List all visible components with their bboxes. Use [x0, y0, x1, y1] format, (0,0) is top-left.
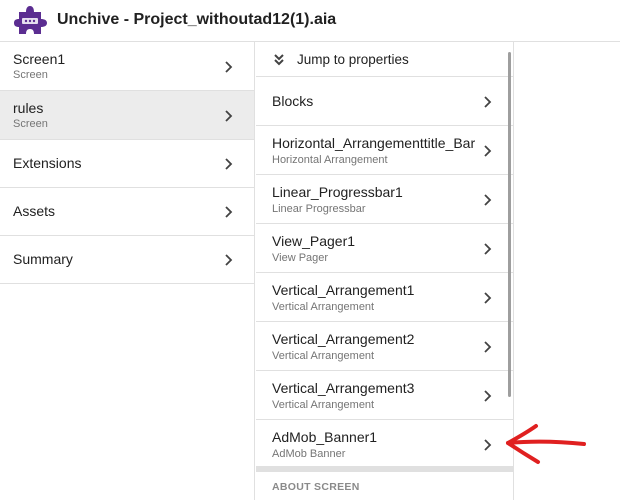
component-item-label: Vertical_Arrangement3	[272, 380, 415, 396]
component-item-admob-banner1[interactable]: AdMob_Banner1 AdMob Banner	[256, 420, 513, 469]
sidebar-item-extensions[interactable]: Extensions	[0, 140, 254, 188]
component-item-vertical-arrangement3[interactable]: Vertical_Arrangement3 Vertical Arrangemen…	[256, 371, 513, 420]
chevron-right-icon	[224, 60, 234, 74]
sidebar-item-sublabel: Screen	[13, 69, 48, 81]
section-divider	[256, 466, 513, 472]
chevron-right-icon	[483, 389, 493, 403]
chevron-right-icon	[483, 144, 493, 158]
chevron-right-icon	[224, 253, 234, 267]
component-item-horizontal-arrangementtitle-bar[interactable]: Horizontal_Arrangementtitle_Bar Horizonta…	[256, 126, 513, 175]
chevron-right-icon	[483, 340, 493, 354]
component-item-label: AdMob_Banner1	[272, 429, 378, 445]
component-item-label: Vertical_Arrangement2	[272, 331, 415, 347]
component-item-vertical-arrangement2[interactable]: Vertical_Arrangement2 Vertical Arrangemen…	[256, 322, 513, 371]
component-item-linear-progressbar1[interactable]: Linear_Progressbar1 Linear Progressbar	[256, 175, 513, 224]
chevron-right-icon	[483, 438, 493, 452]
component-item-type: Vertical Arrangement	[272, 399, 375, 411]
component-item-label: Vertical_Arrangement1	[272, 282, 415, 298]
chevron-right-icon	[224, 109, 234, 123]
component-item-type: AdMob Banner	[272, 448, 346, 460]
chevron-right-icon	[483, 242, 493, 256]
component-item-label: Linear_Progressbar1	[272, 184, 403, 200]
component-item-blocks[interactable]: Blocks	[256, 77, 513, 126]
component-item-label: Horizontal_Arrangementtitle_Bar	[272, 135, 476, 151]
chevron-right-icon	[483, 95, 493, 109]
components-pane: Jump to properties Blocks Horizontal_Arra…	[256, 42, 514, 500]
component-item-type: Vertical Arrangement	[272, 301, 375, 313]
jump-to-properties-button[interactable]: Jump to properties	[256, 42, 513, 77]
sidebar-item-label: Extensions	[13, 155, 82, 171]
sidebar-item-summary[interactable]: Summary	[0, 236, 254, 284]
sidebar-item-sublabel: Screen	[13, 118, 48, 130]
jump-to-properties-label: Jump to properties	[297, 52, 409, 67]
component-item-label: Blocks	[272, 93, 314, 109]
sidebar-item-screen1[interactable]: Screen1 Screen	[0, 42, 254, 91]
component-item-view-pager1[interactable]: View_Pager1 View Pager	[256, 224, 513, 273]
about-screen-heading: ABOUT SCREEN	[272, 481, 360, 493]
component-item-type: View Pager	[272, 252, 329, 264]
component-item-type: Linear Progressbar	[272, 203, 366, 215]
component-item-type: Horizontal Arrangement	[272, 154, 388, 166]
puzzle-piece-icon	[13, 3, 49, 39]
chevron-right-icon	[483, 193, 493, 207]
sidebar-item-label: Summary	[13, 251, 73, 267]
sidebar: Screen1 Screen rules Screen Extensions Assets…	[0, 42, 255, 500]
app-header: Unchive - Project_withoutad12(1).aia	[0, 0, 620, 42]
sidebar-item-assets[interactable]: Assets	[0, 188, 254, 236]
scrollbar[interactable]	[508, 52, 511, 397]
component-item-label: View_Pager1	[272, 233, 356, 249]
app-title: Unchive - Project_withoutad12(1).aia	[57, 11, 337, 28]
chevron-right-icon	[224, 205, 234, 219]
component-item-type: Vertical Arrangement	[272, 350, 375, 362]
red-arrow-icon	[500, 415, 595, 470]
sidebar-item-label: Assets	[13, 203, 56, 219]
sidebar-item-label: rules	[13, 100, 44, 116]
double-chevron-down-icon	[273, 53, 285, 67]
chevron-right-icon	[224, 157, 234, 171]
component-item-vertical-arrangement1[interactable]: Vertical_Arrangement1 Vertical Arrangemen…	[256, 273, 513, 322]
sidebar-item-label: Screen1	[13, 51, 66, 67]
chevron-right-icon	[483, 291, 493, 305]
sidebar-item-rules[interactable]: rules Screen	[0, 91, 254, 140]
